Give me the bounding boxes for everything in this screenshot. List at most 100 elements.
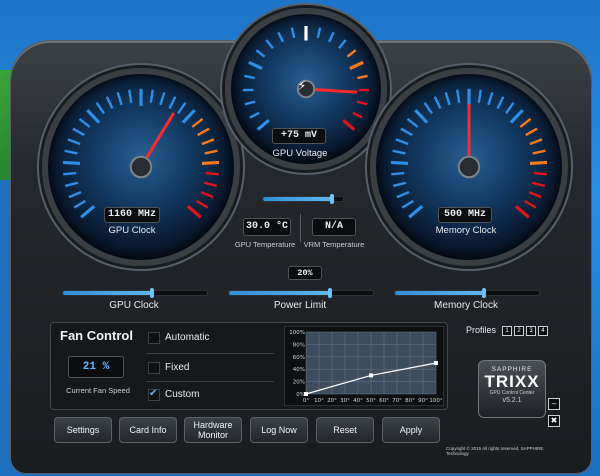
fan-curve-chart[interactable]: 100%80%60%40%20%0%0° 10° 20° 30° 40° 50° 60° 70… [284,326,444,406]
log-now-button[interactable]: Log Now [250,417,308,443]
gauge-tick [248,60,263,70]
profile-3-button[interactable]: 3 [526,326,536,336]
fan-curve-point [304,392,308,396]
gauge-tick [168,96,177,110]
gauge-tick [533,171,547,176]
fan-curve-x-tick: 10° [314,398,324,404]
gpu-clock-readout: 1160 MHz [104,207,160,223]
lightning-icon: ⚡ [297,79,306,94]
gauge-tick [346,49,357,58]
gauge-tick [316,27,322,39]
gauge-tick [390,160,409,166]
fan-curve-y-tick: 60% [293,355,305,361]
gauge-tick [496,96,505,110]
minimize-button[interactable]: – [548,398,560,410]
profile-1-button[interactable]: 1 [502,326,512,336]
close-button[interactable]: ✖ [548,415,560,427]
fan-curve-y-tick: 40% [293,367,305,373]
voltage-slider-knob[interactable] [329,194,334,204]
gauge-tick [64,149,78,155]
gauge-tick [86,109,101,124]
gpu-clock-slider-knob[interactable] [150,288,155,298]
gauge-tick [528,190,542,199]
fan-curve-x-tick: 100° [429,398,442,404]
gauge-tick [401,199,415,209]
gauge-tick [67,138,81,146]
gauge-tick [505,102,515,115]
gauge-tick [203,181,218,188]
gauge-tick [186,205,202,219]
gauge-tick [529,160,548,166]
gpu-temperature-label: GPU Temperature [234,240,296,249]
gauge-tick [396,190,410,199]
settings-button[interactable]: Settings [54,417,112,443]
gauge-tick [444,92,451,106]
gauge-tick [487,92,494,106]
gauge-tick [392,149,406,155]
gauge-tick [509,109,524,124]
gpu-clock-slider[interactable] [62,288,208,298]
gauge-tick [105,96,114,110]
card-info-button[interactable]: Card Info [119,417,177,443]
gauge-tick [149,89,154,103]
memory-clock-slider[interactable] [394,288,540,298]
gauge-tick [116,92,123,106]
profile-4-button[interactable]: 4 [538,326,548,336]
gauge-tick [197,127,210,137]
custom-label: Custom [165,389,200,400]
profile-2-button[interactable]: 2 [514,326,524,336]
gauge-tick [529,138,543,146]
power-limit-slider[interactable] [228,288,374,298]
gauge-tick [423,102,433,115]
apply-button[interactable]: Apply [382,417,440,443]
gauge-tick [68,190,82,199]
power-limit-slider-label: Power Limit [273,300,327,311]
gauge-tick [523,199,537,209]
gauge-tick [159,92,166,106]
profiles-label: Profiles [466,325,497,335]
gauge-tick [391,171,405,176]
gauge-tick [392,181,407,188]
fan-curve-x-tick: 80° [405,398,415,404]
gpu-clock-slider-fill [63,291,153,295]
power-limit-slider-knob[interactable] [327,288,332,298]
gauge-tick [290,27,296,39]
power-limit-readout: 20% [288,266,322,280]
gauge-tick [244,100,256,106]
gauge-tick [532,149,546,155]
voltage-slider[interactable] [262,194,344,204]
memory-clock-slider-knob[interactable] [482,288,487,298]
fan-curve-x-tick: 30° [340,398,350,404]
fan-curve-x-tick: 20° [327,398,337,404]
gauge-tick [62,160,81,166]
gauge-tick [195,199,209,209]
mode-divider-1 [146,353,274,354]
fan-speed-readout: 21 % [68,356,124,378]
gauge-tick [400,127,413,137]
hardware-monitor-button[interactable]: Hardware Monitor [184,417,242,443]
logo-version: v5.2.1 [502,397,522,404]
custom-checkbox[interactable] [148,388,160,401]
gpu-voltage-readout: +75 mV [272,128,326,144]
fan-curve-x-tick: 60° [379,398,389,404]
gpu-clock-gauge [42,68,240,266]
fan-control-title: Fan Control [60,328,133,343]
fixed-checkbox[interactable] [148,362,160,374]
gauge-tick [357,74,368,80]
reset-button[interactable]: Reset [316,417,374,443]
gauge-tick [433,96,442,110]
gauge-tick [72,127,85,137]
gauge-tick [255,49,266,58]
automatic-checkbox[interactable] [148,332,160,344]
gpu-temperature-readout: 30.0 °C [243,218,291,236]
gauge-hub [129,155,153,179]
gauge-tick [201,160,220,166]
memory-clock-gauge [370,68,568,266]
fan-curve-y-tick: 80% [293,342,305,348]
trixx-window: 1160 MHz GPU Clock ⚡ +75 mV GPU Voltage … [0,0,600,476]
gauge-tick [456,89,461,103]
gauge-tick [265,39,274,49]
gauge-tick [352,111,363,119]
power-limit-slider-fill [229,291,330,295]
gauge-tick [204,149,218,155]
